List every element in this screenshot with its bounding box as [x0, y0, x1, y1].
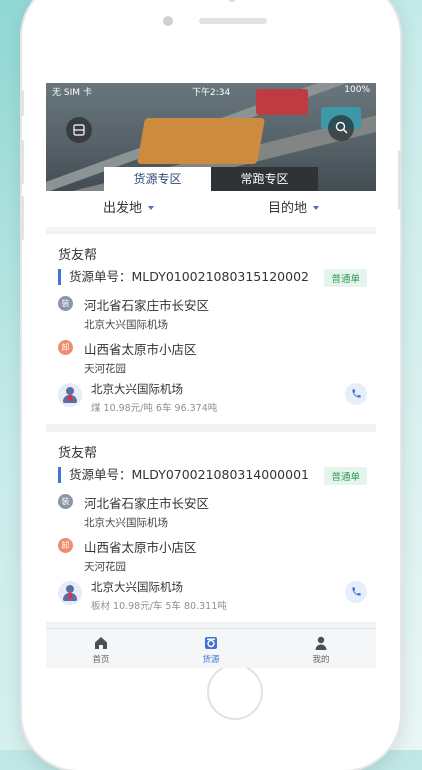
- unload-marker-icon: 卸: [58, 538, 73, 553]
- order-type-badge: 普通单: [324, 467, 367, 485]
- tab-home-label: 首页: [92, 655, 110, 665]
- order-number: 货源单号：MLDY070021080314000001: [58, 467, 309, 483]
- call-button[interactable]: [345, 581, 367, 603]
- search-button[interactable]: [328, 115, 354, 141]
- earpiece-speaker: [199, 18, 267, 24]
- shipper-avatar: [58, 383, 82, 407]
- unload-address: 山西省太原市小店区: [84, 540, 197, 555]
- shipper-avatar: [58, 581, 82, 605]
- tab-regular-route-zone[interactable]: 常跑专区: [211, 167, 318, 191]
- destination-filter-label: 目的地: [267, 201, 307, 216]
- order-type-badge: 普通单: [324, 269, 367, 287]
- front-sensor: [229, 0, 235, 2]
- phone-icon: [351, 389, 361, 398]
- phone-icon: [351, 587, 361, 596]
- volume-up-button: [20, 140, 24, 184]
- origin-filter[interactable]: 出发地: [46, 191, 211, 227]
- order-number: 货源单号：MLDY010021080315120002: [58, 269, 309, 285]
- goods-title: 北京大兴国际机场: [91, 580, 183, 594]
- home-button[interactable]: [207, 664, 263, 720]
- tab-goods-label: 货源: [202, 655, 220, 665]
- unload-marker-icon: 卸: [58, 340, 73, 355]
- unload-detail: 天河花园: [84, 561, 126, 573]
- load-detail: 北京大兴国际机场: [84, 319, 168, 331]
- goods-icon: [205, 637, 217, 649]
- hero-banner: 无 SIM 卡 下午2:34 100% 货源专区 常跑专区: [46, 83, 376, 191]
- load-address: 河北省石家庄市长安区: [84, 298, 210, 313]
- unload-detail: 天河花园: [84, 363, 126, 375]
- power-button: [398, 150, 402, 210]
- tab-home[interactable]: 首页: [46, 629, 156, 668]
- goods-title: 北京大兴国际机场: [91, 382, 183, 396]
- destination-filter[interactable]: 目的地: [211, 191, 376, 227]
- caret-down-icon: [313, 206, 319, 210]
- load-marker-icon: 装: [58, 296, 73, 311]
- scan-card-icon: [73, 121, 85, 140]
- front-camera: [163, 16, 173, 26]
- tab-mine[interactable]: 我的: [266, 629, 376, 668]
- origin-filter-label: 出发地: [102, 201, 142, 216]
- unload-address: 山西省太原市小店区: [84, 342, 197, 357]
- goods-card[interactable]: 货友帮 货源单号：MLDY010021080315120002 普通单 装 河北…: [46, 234, 376, 424]
- goods-meta: 煤 10.98元/吨 6车 96.374吨: [91, 403, 218, 414]
- search-icon: [335, 119, 348, 138]
- profile-icon: [315, 636, 327, 650]
- company-name: 货友帮: [58, 446, 98, 461]
- mute-switch: [20, 90, 24, 116]
- company-name: 货友帮: [58, 248, 98, 263]
- clock-text: 下午2:34: [192, 88, 231, 98]
- tab-mine-label: 我的: [312, 655, 330, 665]
- status-bar: 无 SIM 卡 下午2:34 100%: [46, 83, 376, 99]
- call-button[interactable]: [345, 383, 367, 405]
- tab-goods-zone[interactable]: 货源专区: [104, 167, 211, 191]
- load-address: 河北省石家庄市长安区: [84, 496, 210, 511]
- volume-down-button: [20, 196, 24, 240]
- app-screen: 无 SIM 卡 下午2:34 100% 货源专区 常跑专区 出发地 目的地 货友: [46, 83, 376, 668]
- goods-card[interactable]: 货友帮 货源单号：MLDY070021080314000001 普通单 装 河北…: [46, 432, 376, 622]
- carrier-text: 无 SIM 卡: [52, 88, 92, 98]
- caret-down-icon: [148, 206, 154, 210]
- scan-card-button[interactable]: [66, 117, 92, 143]
- home-icon: [95, 637, 107, 649]
- bottom-tab-bar: 首页 货源 我的: [46, 628, 376, 668]
- filter-bar: 出发地 目的地: [46, 191, 376, 227]
- zone-tabs: 货源专区 常跑专区: [104, 167, 318, 191]
- tab-goods[interactable]: 货源: [156, 629, 266, 668]
- load-marker-icon: 装: [58, 494, 73, 509]
- load-detail: 北京大兴国际机场: [84, 517, 168, 529]
- goods-meta: 板材 10.98元/车 5车 80.311吨: [91, 601, 227, 612]
- battery-text: 100%: [344, 85, 370, 95]
